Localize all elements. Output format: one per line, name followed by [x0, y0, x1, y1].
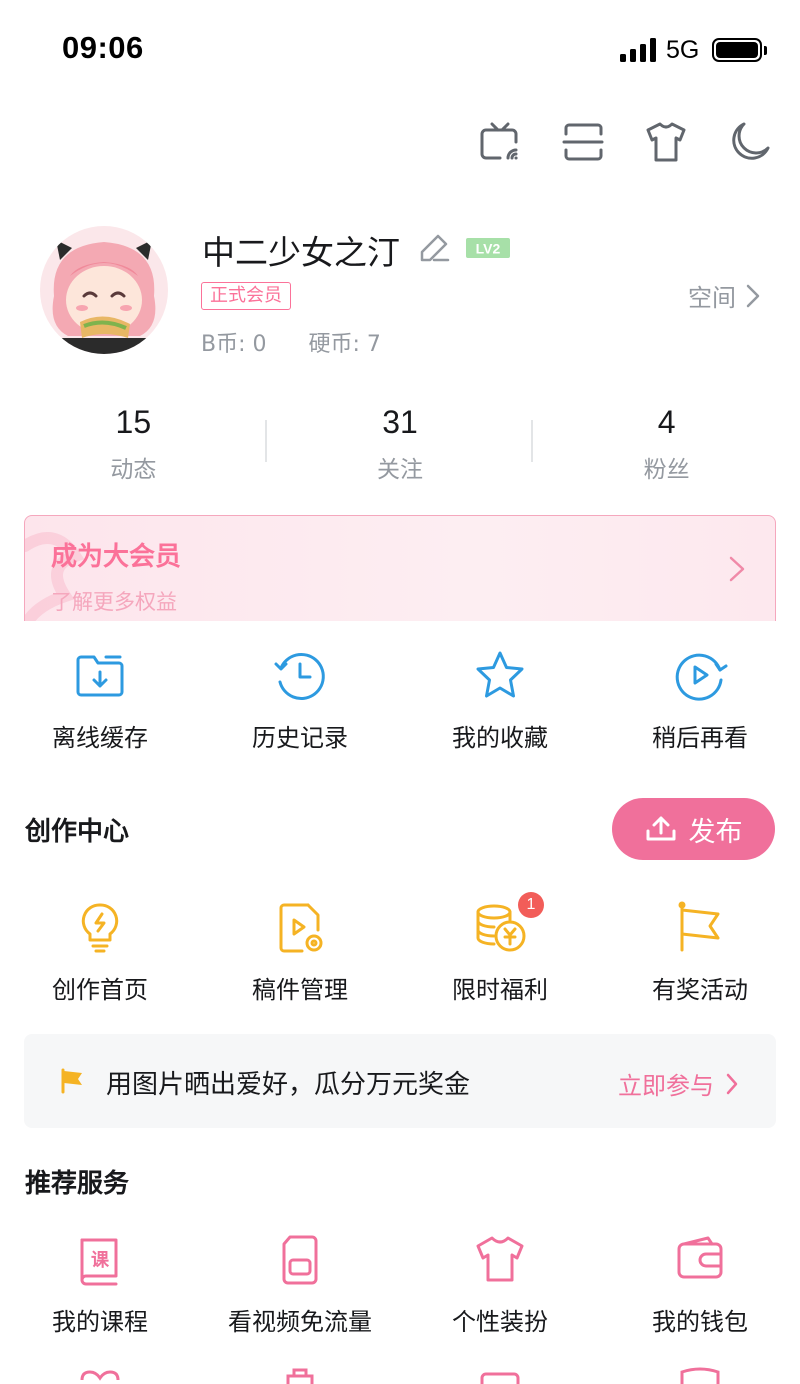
avatar[interactable]: [40, 226, 168, 354]
scan-icon[interactable]: [558, 118, 606, 166]
creation-label: 有奖活动: [652, 976, 748, 1004]
hard-coin-count: 硬币: 7: [308, 332, 381, 357]
stats-row: 15 动态 31 关注 4 粉丝: [0, 400, 800, 490]
moon-icon[interactable]: [724, 118, 772, 166]
quick-action-label: 离线缓存: [52, 724, 148, 752]
creation-home[interactable]: 创作首页: [0, 900, 200, 1005]
username[interactable]: 中二少女之汀: [202, 226, 400, 274]
chevron-right-icon: [729, 556, 745, 582]
stat-fans[interactable]: 4 粉丝: [533, 400, 800, 490]
bag-icon: [272, 1364, 328, 1384]
manuscript-icon: [272, 900, 328, 956]
status-bar: 09:06 5G: [0, 0, 800, 100]
quick-action-offline-cache[interactable]: 离线缓存: [0, 648, 200, 753]
chevron-right-icon: [726, 1073, 738, 1094]
service-my-courses[interactable]: 课 我的课程: [0, 1232, 200, 1337]
course-book-icon: 课: [72, 1232, 128, 1288]
flag-icon: [672, 900, 728, 956]
level-badge: LV2: [466, 238, 510, 258]
battery-icon: [712, 38, 762, 62]
notification-badge: 1: [518, 892, 544, 918]
creation-label: 稿件管理: [252, 976, 348, 1004]
services-grid: 课 我的课程 看视频免流量 个性装扮 我的钱包: [0, 1232, 800, 1337]
stat-value: 4: [657, 404, 676, 440]
wallet-icon: [672, 1232, 728, 1288]
status-time: 09:06: [62, 30, 144, 65]
quick-action-history[interactable]: 历史记录: [200, 648, 400, 753]
creation-center-grid: 创作首页 稿件管理 1 限时福利 有奖活动: [0, 892, 800, 1005]
quick-action-favorites[interactable]: 我的收藏: [400, 648, 600, 753]
edit-pencil-icon[interactable]: [418, 230, 452, 264]
service-personal-dressup[interactable]: 个性装扮: [400, 1232, 600, 1337]
service-more-1[interactable]: [0, 1364, 200, 1384]
b-coin-count: B币: 0: [201, 332, 267, 357]
svg-text:课: 课: [91, 1250, 110, 1271]
shirt-icon[interactable]: [642, 118, 690, 166]
stat-following[interactable]: 31 关注: [267, 400, 534, 490]
publish-button[interactable]: 发布: [612, 798, 775, 860]
stat-label: 粉丝: [643, 457, 690, 483]
promo-banner[interactable]: 用图片晒出爱好，瓜分万元奖金 立即参与: [24, 1034, 776, 1128]
stat-dynamics[interactable]: 15 动态: [0, 400, 267, 490]
service-label: 个性装扮: [452, 1308, 548, 1336]
space-link-label: 空间: [688, 284, 736, 312]
service-label: 我的钱包: [652, 1308, 748, 1336]
vip-tag: 正式会员: [201, 282, 291, 310]
stat-label: 关注: [377, 457, 423, 483]
sim-card-icon: [272, 1232, 328, 1288]
services-grid-row-2: [0, 1364, 800, 1384]
upload-icon: [646, 816, 675, 841]
chevron-right-icon: [746, 284, 760, 307]
vip-banner[interactable]: 成为大会员 了解更多权益: [24, 515, 776, 625]
manuscript-management[interactable]: 稿件管理: [200, 900, 400, 1005]
service-label: 我的课程: [52, 1308, 148, 1336]
card-icon: [472, 1364, 528, 1384]
vip-banner-subtitle: 了解更多权益: [51, 590, 177, 614]
creation-center-title: 创作中心: [25, 817, 130, 847]
history-clock-icon: [272, 648, 328, 704]
coins-icon: 1: [472, 892, 544, 956]
promo-text: 用图片晒出爱好，瓜分万元奖金: [106, 1070, 471, 1100]
service-more-2[interactable]: [200, 1364, 400, 1384]
badge-icon: [672, 1364, 728, 1384]
space-link[interactable]: 空间: [688, 278, 760, 313]
creation-label: 创作首页: [52, 976, 148, 1004]
promo-join-link[interactable]: 立即参与: [618, 1066, 738, 1101]
service-more-3[interactable]: [400, 1364, 600, 1384]
prize-activities[interactable]: 有奖活动: [600, 900, 800, 1005]
stat-label: 动态: [110, 457, 157, 483]
quick-action-label: 稍后再看: [652, 724, 748, 752]
watch-later-icon: [672, 648, 728, 704]
download-folder-icon: [72, 648, 128, 704]
lightbulb-icon: [72, 900, 128, 956]
quick-action-label: 我的收藏: [452, 724, 548, 752]
vip-banner-title: 成为大会员: [51, 542, 182, 572]
quick-action-label: 历史记录: [252, 724, 348, 752]
tv-cast-icon[interactable]: [476, 118, 524, 166]
limited-benefits[interactable]: 1 限时福利: [400, 892, 600, 1005]
quick-action-watch-later[interactable]: 稍后再看: [600, 648, 800, 753]
quick-actions: 离线缓存 历史记录 我的收藏 稍后再看: [0, 648, 800, 753]
publish-label: 发布: [688, 816, 743, 848]
stat-value: 15: [115, 404, 152, 440]
promo-link-label: 立即参与: [618, 1072, 714, 1100]
service-free-data[interactable]: 看视频免流量: [200, 1232, 400, 1337]
service-label: 看视频免流量: [228, 1308, 372, 1336]
svg-text:LV2: LV2: [476, 241, 501, 257]
network-type: 5G: [666, 36, 700, 64]
services-title: 推荐服务: [25, 1169, 130, 1199]
coin-balance: B币: 0 硬币: 7: [201, 326, 381, 358]
tshirt-icon: [472, 1232, 528, 1288]
service-more-4[interactable]: [600, 1364, 800, 1384]
creation-label: 限时福利: [452, 976, 548, 1004]
heart-icon: [72, 1364, 128, 1384]
flag-icon: [61, 1068, 82, 1094]
signal-icon: [620, 38, 656, 62]
service-my-wallet[interactable]: 我的钱包: [600, 1232, 800, 1337]
star-icon: [472, 648, 528, 704]
stat-value: 31: [382, 404, 418, 440]
